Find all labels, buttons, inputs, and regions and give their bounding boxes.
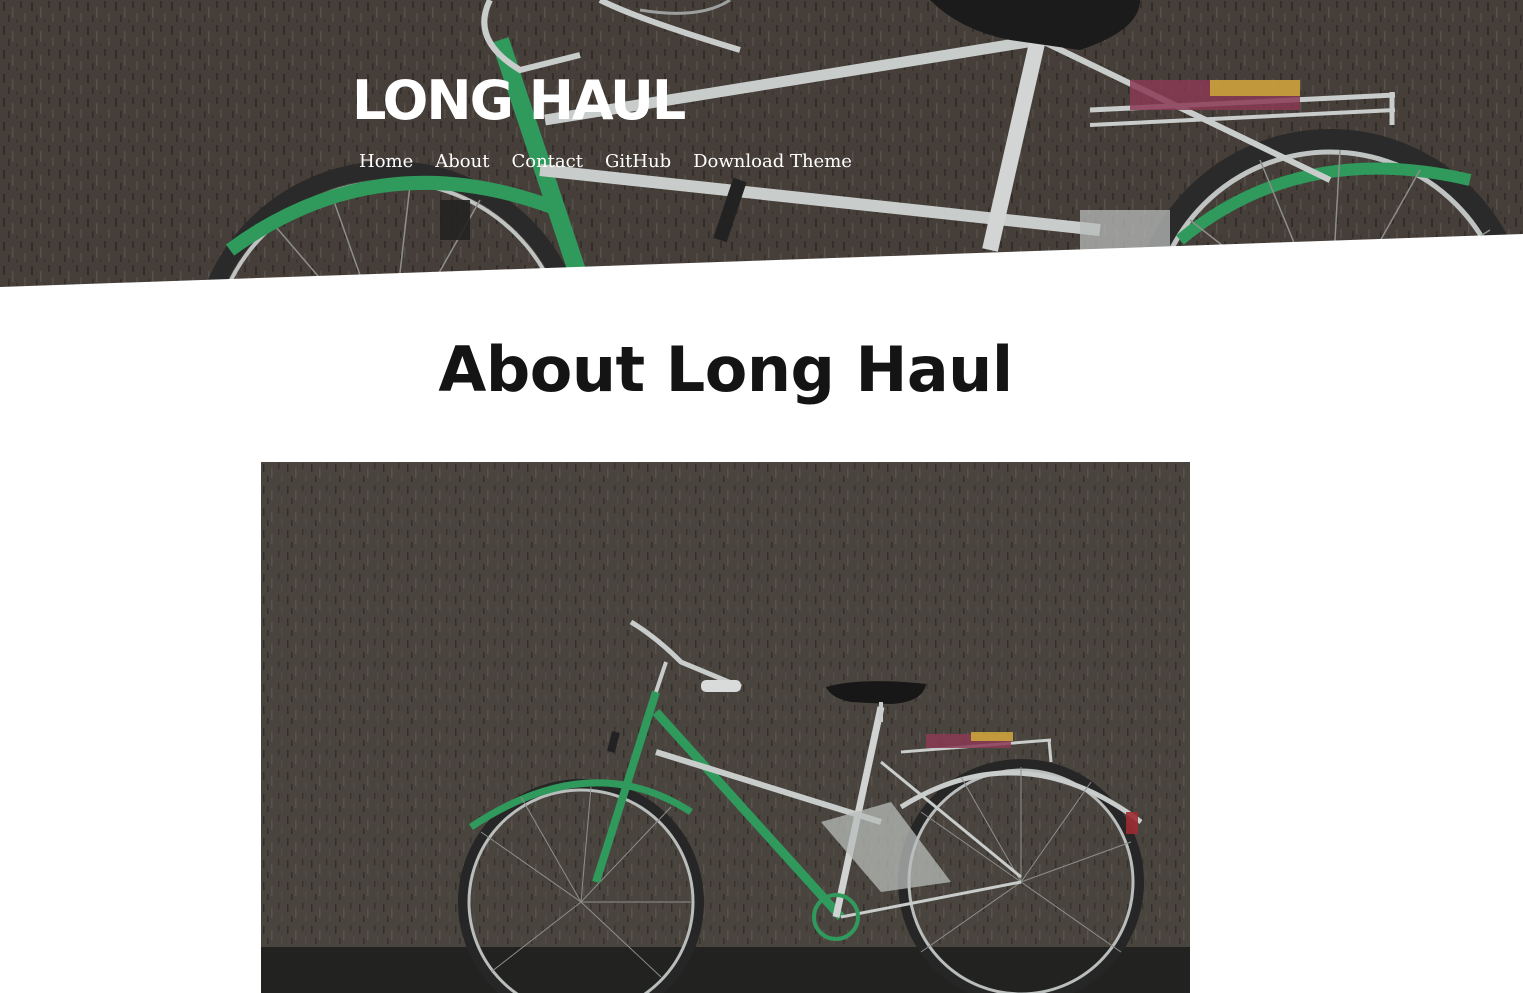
site-header: LONG HAUL Home About Contact GitHub Down… <box>0 0 1523 290</box>
nav-contact[interactable]: Contact <box>511 149 582 175</box>
page: LONG HAUL Home About Contact GitHub Down… <box>0 0 1523 993</box>
nav-home[interactable]: Home <box>359 149 413 175</box>
main-navigation: Home About Contact GitHub Download Theme <box>359 149 874 175</box>
page-title: About Long Haul <box>438 333 1013 406</box>
nav-about[interactable]: About <box>435 149 489 175</box>
nav-download-theme[interactable]: Download Theme <box>693 149 852 175</box>
featured-bicycle-image <box>261 462 1190 993</box>
nav-github[interactable]: GitHub <box>605 149 671 175</box>
site-title[interactable]: LONG HAUL <box>352 70 686 132</box>
header-bicycle-photo <box>0 0 1523 290</box>
